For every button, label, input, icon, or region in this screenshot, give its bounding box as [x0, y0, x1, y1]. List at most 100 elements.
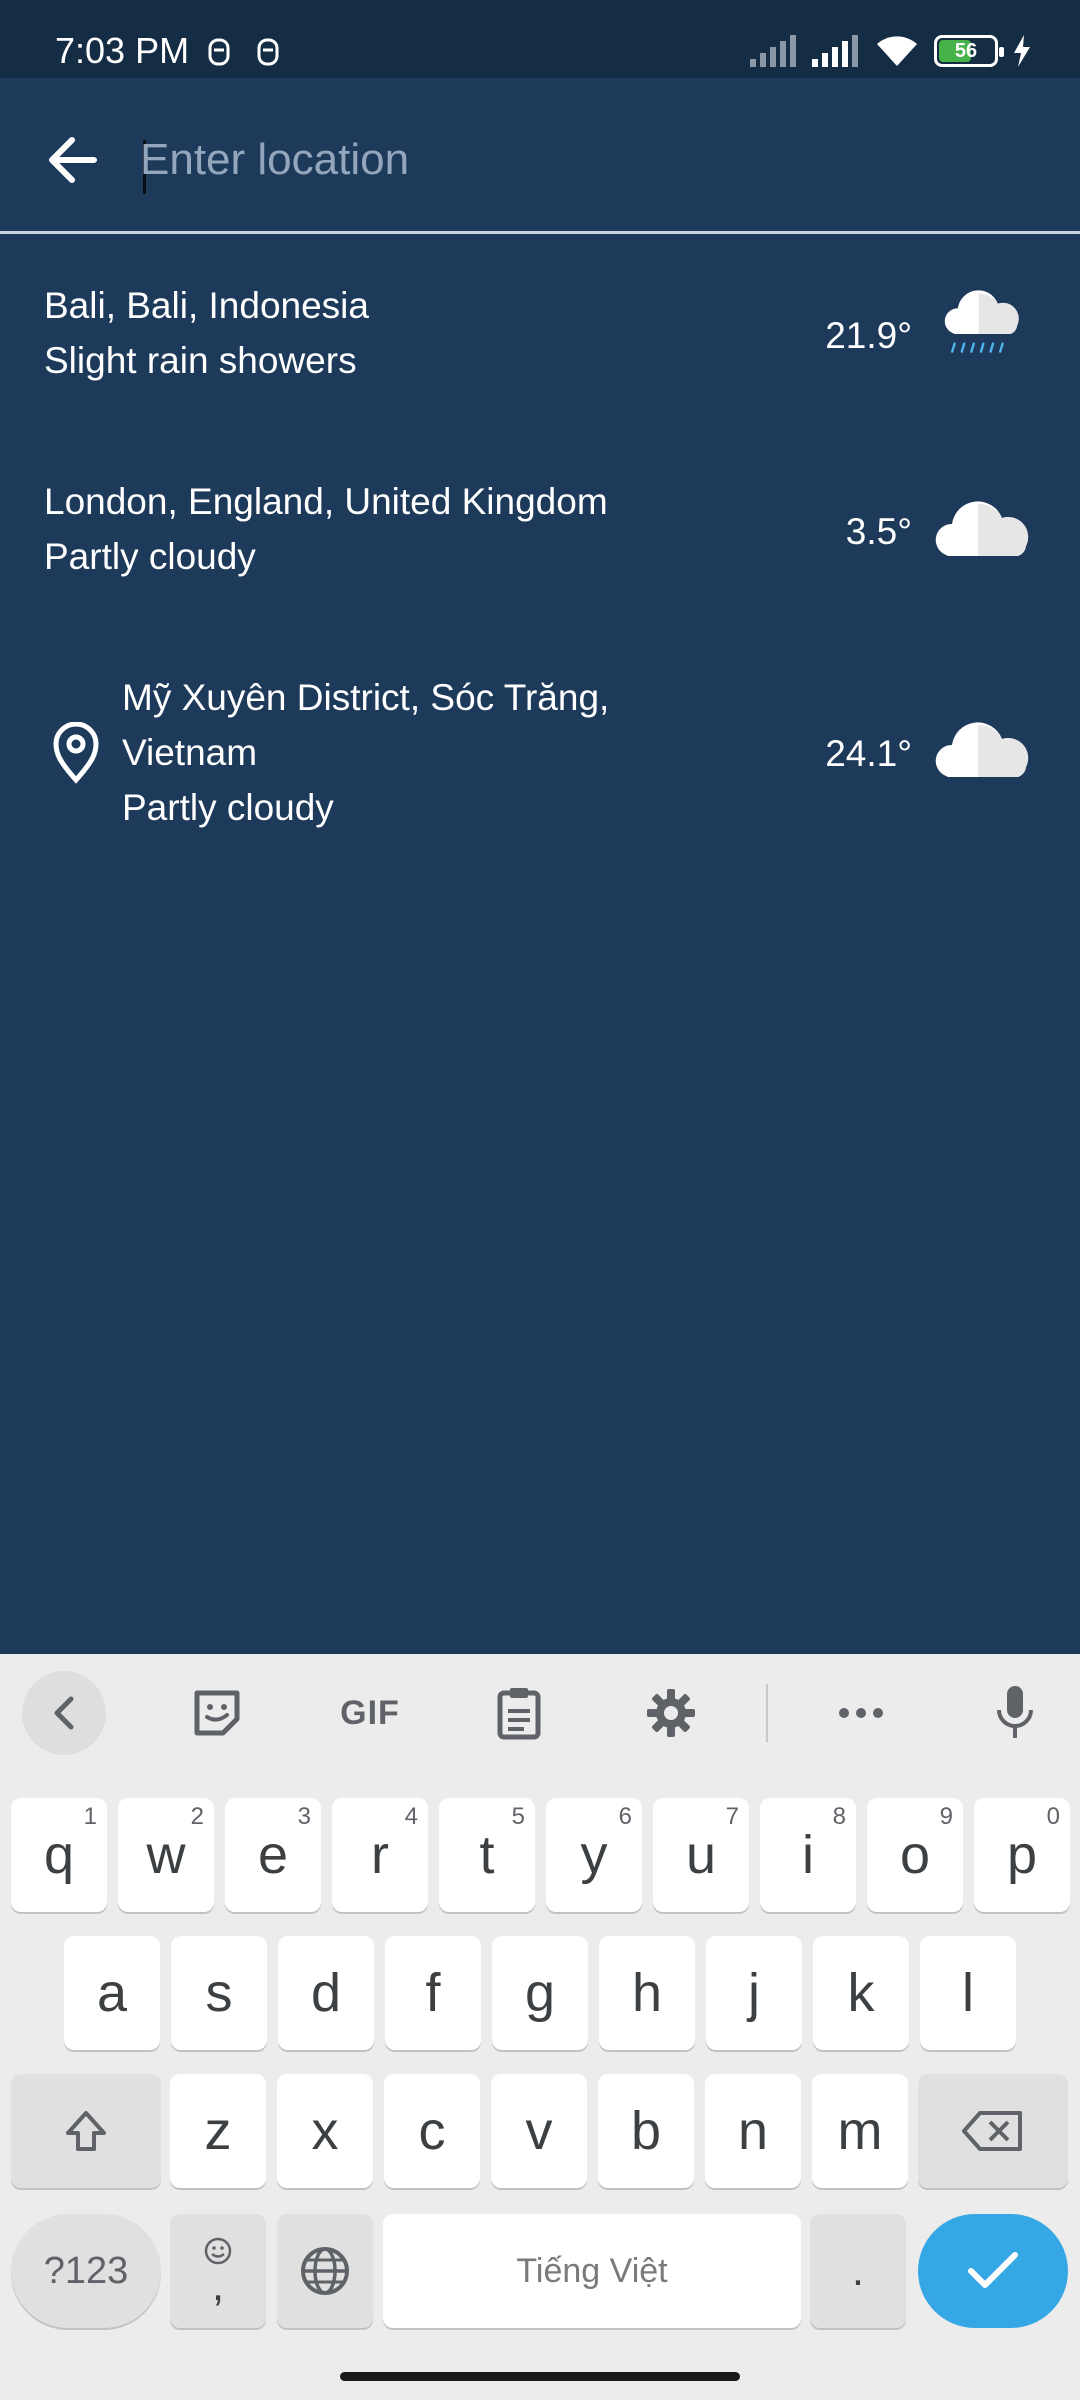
location-result-item[interactable]: London, England, United Kingdom Partly c… [0, 474, 1080, 594]
key-alt-label: 5 [511, 1803, 525, 1830]
more-icon[interactable] [826, 1680, 896, 1746]
key-label: a [96, 1963, 128, 2023]
key[interactable]: a [64, 1936, 160, 2050]
key-label: j [748, 1963, 760, 2023]
comma-key[interactable]: , [170, 2214, 266, 2328]
symbols-label: ?123 [43, 2249, 129, 2292]
weather-condition: Partly cloudy [122, 787, 334, 828]
key[interactable]: t5 [439, 1798, 535, 1912]
key-alt-label: 4 [404, 1803, 418, 1830]
keyboard: GIF ?123 , Tiếng Việt . q 1 w 2 e 3 r 4 … [0, 1654, 1080, 2400]
home-indicator [340, 2372, 740, 2381]
key[interactable]: r4 [332, 1798, 428, 1912]
key-label: h [631, 1963, 663, 2023]
key[interactable]: m [812, 2074, 908, 2188]
key-label: i [802, 1825, 814, 1885]
key[interactable]: l [920, 1936, 1016, 2050]
key[interactable]: p0 [974, 1798, 1070, 1912]
key-label: b [630, 2101, 662, 2161]
key-label: f [425, 1963, 441, 2023]
key[interactable]: q1 [11, 1798, 107, 1912]
key[interactable]: u7 [653, 1798, 749, 1912]
enter-key[interactable] [918, 2214, 1068, 2328]
key-alt-label: 9 [939, 1803, 953, 1830]
key-label: q [43, 1825, 75, 1885]
location-result-item[interactable]: Bali, Bali, Indonesia Slight rain shower… [0, 278, 1080, 398]
key[interactable]: c [384, 2074, 480, 2188]
key-alt-label: 7 [725, 1803, 739, 1830]
status-time: 7:03 PM [55, 30, 190, 71]
charging-icon [1014, 35, 1030, 67]
location-name: Bali, Bali, Indonesia [44, 285, 369, 326]
key-label: g [524, 1963, 556, 2023]
location-name: Vietnam [122, 732, 258, 773]
key-alt-label: 8 [832, 1803, 846, 1830]
key-label: v [525, 2101, 553, 2161]
globe-icon [301, 2247, 349, 2295]
mic-icon[interactable] [980, 1680, 1050, 1746]
key-label: n [737, 2101, 769, 2161]
key[interactable]: j [706, 1936, 802, 2050]
key[interactable]: i8 [760, 1798, 856, 1912]
battery-icon: 56 [934, 35, 1004, 67]
key[interactable]: d [278, 1936, 374, 2050]
key[interactable]: y6 [546, 1798, 642, 1912]
key[interactable]: e3 [225, 1798, 321, 1912]
location-search-input[interactable] [140, 120, 1000, 200]
key-label: p [1006, 1825, 1038, 1885]
toolbar-divider [766, 1684, 768, 1742]
search-header [0, 78, 1080, 234]
settings-icon[interactable] [636, 1680, 706, 1746]
clipboard-icon[interactable] [484, 1680, 554, 1746]
backspace-key[interactable] [918, 2074, 1068, 2188]
key-label: l [962, 1963, 974, 2023]
wifi-icon [877, 36, 917, 66]
key[interactable]: f [385, 1936, 481, 2050]
keyboard-toolbar: GIF [0, 1654, 1080, 1772]
location-result-item[interactable]: Mỹ Xuyên District, Sóc Trăng, Vietnam Pa… [0, 670, 1080, 840]
key-label: s [205, 1963, 233, 2023]
key[interactable]: k [813, 1936, 909, 2050]
period-key[interactable]: . [810, 2214, 906, 2328]
collapse-icon[interactable] [22, 1671, 106, 1755]
key[interactable]: x [277, 2074, 373, 2188]
status-icons: 56 [750, 30, 1032, 72]
symbols-key[interactable]: ?123 [11, 2214, 161, 2328]
space-label: Tiếng Việt [516, 2251, 668, 2290]
key[interactable]: z [170, 2074, 266, 2188]
temperature: 21.9° [825, 315, 912, 356]
space-key[interactable]: Tiếng Việt [383, 2214, 801, 2328]
key[interactable]: h [599, 1936, 695, 2050]
key[interactable]: w2 [118, 1798, 214, 1912]
notification-icon [208, 38, 230, 66]
cloud-icon [935, 501, 1029, 556]
gif-label: GIF [340, 1693, 400, 1732]
key-label: w [146, 1825, 186, 1885]
key[interactable]: g [492, 1936, 588, 2050]
battery-text: 56 [954, 40, 978, 62]
notification-icon [257, 38, 279, 66]
key-label: y [580, 1825, 608, 1885]
key-label: d [310, 1963, 342, 2023]
key-label: x [311, 2101, 339, 2161]
gif-button[interactable]: GIF [330, 1680, 410, 1746]
key-label: k [847, 1963, 875, 2023]
key[interactable]: s [171, 1936, 267, 2050]
sticker-icon[interactable] [182, 1680, 252, 1746]
rain-cloud-icon [944, 290, 1019, 353]
checkmark-icon [968, 2252, 1018, 2288]
key[interactable]: n [705, 2074, 801, 2188]
key-alt-label: 0 [1046, 1803, 1060, 1830]
key-label: e [257, 1825, 289, 1885]
comma-label: , [211, 2261, 225, 2310]
key[interactable]: b [598, 2074, 694, 2188]
language-key[interactable] [277, 2214, 373, 2328]
key[interactable]: v [491, 2074, 587, 2188]
key[interactable]: o9 [867, 1798, 963, 1912]
status-bar: 7:03 PM 56 [0, 0, 1080, 78]
temperature: 24.1° [825, 733, 912, 774]
back-arrow-icon[interactable] [40, 130, 110, 190]
shift-key[interactable] [11, 2074, 161, 2188]
key-alt-label: 3 [297, 1803, 311, 1830]
weather-condition: Partly cloudy [44, 536, 256, 577]
